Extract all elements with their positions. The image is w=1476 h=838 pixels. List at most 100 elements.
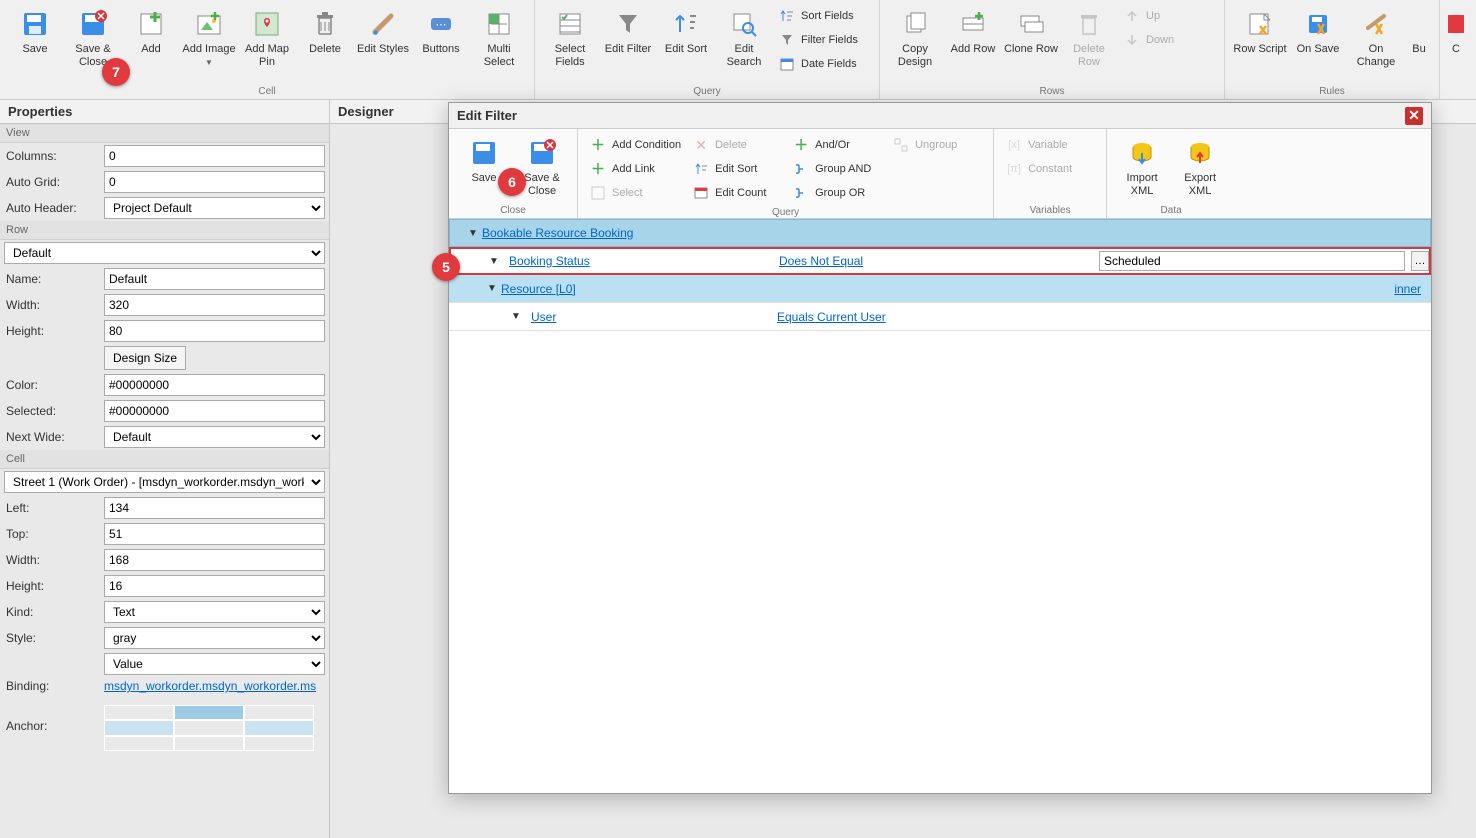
filter-fields-button[interactable]: Filter Fields (773, 28, 873, 52)
select-button[interactable]: Select (584, 181, 687, 205)
buttons-button[interactable]: ⋯Buttons (412, 4, 470, 84)
add-map-pin-button[interactable]: Add Map Pin (238, 4, 296, 84)
left-input[interactable] (104, 497, 325, 519)
color-label: Color: (4, 378, 104, 392)
export-xml-button[interactable]: Export XML (1171, 133, 1229, 203)
dlg-group-query: Query (584, 205, 987, 220)
group-or-button[interactable]: Group OR (787, 181, 887, 205)
variable-button[interactable]: [x]Variable (1000, 133, 1100, 157)
on-save-button[interactable]: On Save (1289, 4, 1347, 84)
view-section: View (0, 124, 329, 143)
sub-field-link[interactable]: User (531, 310, 556, 324)
color-input[interactable] (104, 374, 325, 396)
kind-select[interactable]: Text (104, 601, 325, 623)
selected-input[interactable] (104, 400, 325, 422)
properties-header: Properties (0, 100, 329, 124)
style2-select[interactable]: Value (104, 653, 325, 675)
style-select[interactable]: gray (104, 627, 325, 649)
autogrid-input[interactable] (104, 171, 325, 193)
top-input[interactable] (104, 523, 325, 545)
delete-row-button[interactable]: Delete Row (1060, 4, 1118, 84)
dlg-delete-button[interactable]: ✕Delete (687, 133, 787, 157)
root-entity-link[interactable]: Bookable Resource Booking (482, 226, 633, 240)
ungroup-button[interactable]: Ungroup (887, 133, 987, 157)
binding-label: Binding: (4, 679, 104, 693)
dlg-edit-sort-button[interactable]: Edit Sort (687, 157, 787, 181)
edit-filter-button[interactable]: Edit Filter (599, 4, 657, 84)
multi-select-button[interactable]: Multi Select (470, 4, 528, 84)
group-label-rules: Rules (1231, 84, 1433, 99)
link-type-link[interactable]: inner (1394, 282, 1421, 296)
expand-icon[interactable]: ▼ (464, 228, 482, 239)
condition-field-link[interactable]: Booking Status (509, 254, 590, 268)
style-label: Style: (4, 631, 104, 645)
sub-operator-link[interactable]: Equals Current User (777, 310, 886, 324)
expand-icon[interactable]: ▼ (507, 311, 525, 322)
link-entity-link[interactable]: Resource [L0] (501, 282, 576, 296)
move-up-button[interactable]: Up (1118, 4, 1218, 28)
dialog-titlebar[interactable]: Edit Filter ✕ (449, 103, 1431, 129)
row-height-label: Height: (4, 324, 104, 338)
anchor-grid[interactable] (104, 705, 314, 751)
constant-button[interactable]: [π]Constant (1000, 157, 1100, 181)
name-label: Name: (4, 272, 104, 286)
add-condition-button[interactable]: ＋Add Condition (584, 133, 687, 157)
edit-styles-button[interactable]: Edit Styles (354, 4, 412, 84)
add-link-button[interactable]: ＋Add Link (584, 157, 687, 181)
row-height-input[interactable] (104, 320, 325, 342)
nextwide-select[interactable]: Default (104, 426, 325, 448)
date-fields-button[interactable]: Date Fields (773, 52, 873, 76)
autoheader-label: Auto Header: (4, 201, 104, 215)
save-button[interactable]: Save (6, 4, 64, 84)
binding-link[interactable]: msdyn_workorder.msdyn_workorder.ms (104, 679, 316, 693)
edit-count-button[interactable]: Edit Count (687, 181, 787, 205)
edit-sort-button[interactable]: Edit Sort (657, 4, 715, 84)
filter-root-row[interactable]: ▼ Bookable Resource Booking (449, 219, 1431, 247)
clone-row-button[interactable]: Clone Row (1002, 4, 1060, 84)
condition-operator-link[interactable]: Does Not Equal (779, 254, 863, 268)
expand-icon[interactable]: ▼ (483, 283, 501, 294)
dlg-group-variables: Variables (1000, 203, 1100, 218)
cell-height-input[interactable] (104, 575, 325, 597)
design-size-button[interactable]: Design Size (104, 346, 186, 370)
row-script-button[interactable]: Row Script (1231, 4, 1289, 84)
cell-select[interactable]: Street 1 (Work Order) - [msdyn_workorder… (4, 471, 325, 493)
edit-search-button[interactable]: Edit Search (715, 4, 773, 84)
autoheader-select[interactable]: Project Default (104, 197, 325, 219)
andor-button[interactable]: ＋And/Or (787, 133, 887, 157)
move-down-button[interactable]: Down (1118, 28, 1218, 52)
cell-width-label: Width: (4, 553, 104, 567)
import-xml-button[interactable]: Import XML (1113, 133, 1171, 203)
select-fields-button[interactable]: Select Fields (541, 4, 599, 84)
row-select[interactable]: Default (4, 242, 325, 264)
dlg-save-close-button[interactable]: Save & Close (513, 133, 571, 203)
cell-section: Cell (0, 450, 329, 469)
cell-width-input[interactable] (104, 549, 325, 571)
button-overflow-1[interactable]: Bu (1405, 4, 1433, 84)
top-label: Top: (4, 527, 104, 541)
name-input[interactable] (104, 268, 325, 290)
on-change-button[interactable]: On Change (1347, 4, 1405, 84)
close-icon[interactable]: ✕ (1405, 107, 1423, 125)
copy-design-button[interactable]: Copy Design (886, 4, 944, 84)
columns-input[interactable] (104, 145, 325, 167)
sort-fields-button[interactable]: Sort Fields (773, 4, 873, 28)
button-overflow-2[interactable]: C (1446, 4, 1466, 99)
group-and-button[interactable]: Group AND (787, 157, 887, 181)
callout-badge-5: 5 (432, 253, 460, 281)
add-button[interactable]: Add (122, 4, 180, 84)
lookup-button[interactable]: … (1411, 251, 1429, 271)
delete-button[interactable]: Delete (296, 4, 354, 84)
dialog-ribbon: Save Save & Close Close ＋Add Condition ＋… (449, 129, 1431, 219)
expand-icon[interactable]: ▼ (485, 256, 503, 267)
dialog-title: Edit Filter (457, 108, 517, 123)
filter-condition-row[interactable]: ▼ Booking Status Does Not Equal … (449, 247, 1431, 275)
selected-label: Selected: (4, 404, 104, 418)
add-image-button[interactable]: Add Image▼ (180, 4, 238, 84)
row-width-input[interactable] (104, 294, 325, 316)
add-row-button[interactable]: Add Row (944, 4, 1002, 84)
cell-height-label: Height: (4, 579, 104, 593)
filter-link-row[interactable]: ▼ Resource [L0] inner (449, 275, 1431, 303)
condition-value-input[interactable] (1099, 251, 1405, 271)
filter-subcondition-row[interactable]: ▼ User Equals Current User (449, 303, 1431, 331)
